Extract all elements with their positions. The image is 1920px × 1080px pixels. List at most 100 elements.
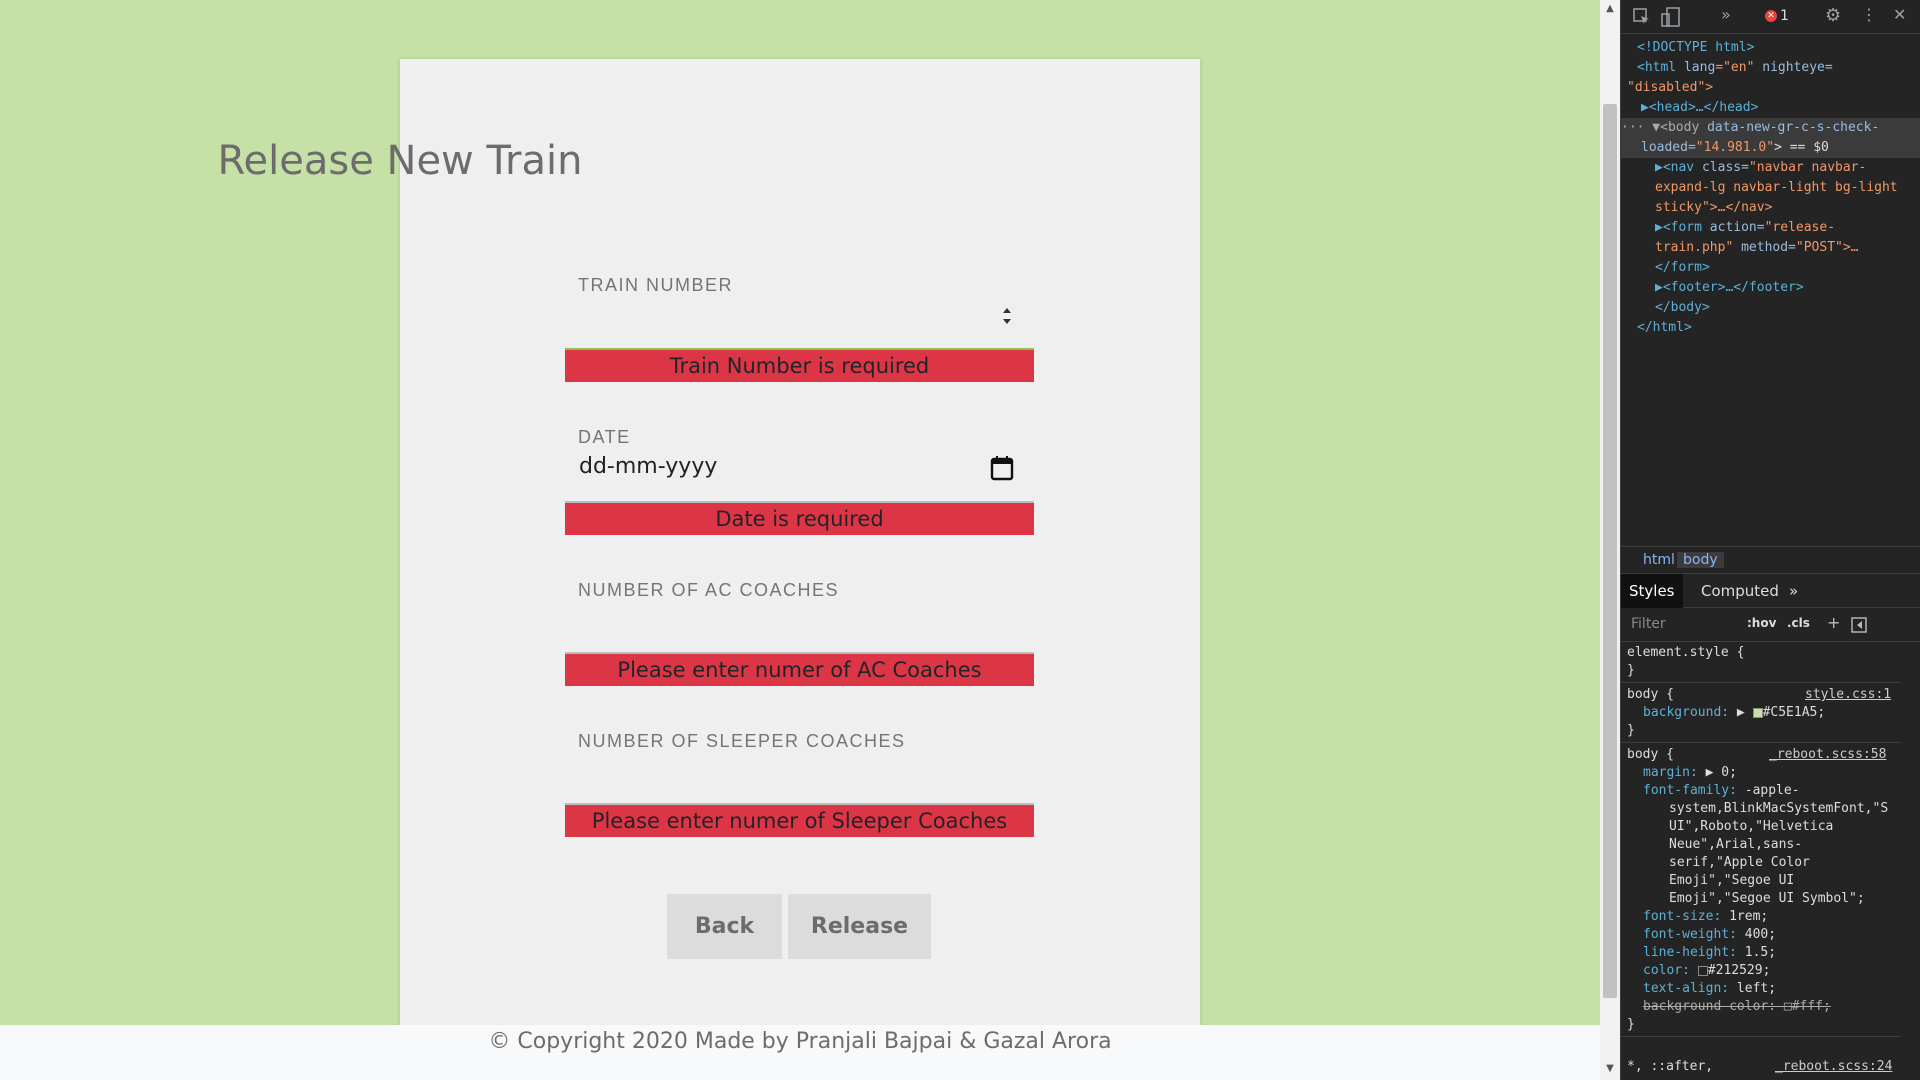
style-source-link[interactable]: _reboot.scss:58 bbox=[1769, 746, 1886, 764]
new-rule-icon[interactable]: + bbox=[1827, 613, 1840, 632]
style-line: *, ::after, bbox=[1627, 1059, 1714, 1074]
dom-text: data-new-gr-c-s-check- bbox=[1707, 120, 1880, 135]
more-tabs-icon[interactable]: » bbox=[1721, 5, 1731, 24]
style-source-link[interactable]: style.css:1 bbox=[1805, 686, 1891, 704]
style-line: system,BlinkMacSystemFont,"S bbox=[1669, 801, 1889, 816]
dom-text: </form> bbox=[1655, 260, 1710, 275]
copyright-text: © Copyright 2020 Made by Pranjali Bajpai… bbox=[488, 1029, 1112, 1054]
dom-text: train.php" bbox=[1655, 240, 1742, 255]
sleeper-coaches-input[interactable] bbox=[565, 751, 1034, 803]
style-line: Emoji","Segoe UI bbox=[1669, 873, 1795, 888]
more-options-icon[interactable]: ⋮ bbox=[1861, 5, 1877, 24]
dom-line[interactable]: "disabled"> bbox=[1627, 78, 1713, 98]
color-swatch[interactable] bbox=[1697, 965, 1708, 976]
date-placeholder: dd-mm-yyyy bbox=[579, 454, 718, 479]
dom-line[interactable]: </body> bbox=[1655, 298, 1710, 318]
dom-line[interactable]: <!DOCTYPE html> bbox=[1637, 38, 1754, 58]
dom-line[interactable]: ▶<footer>…</footer> bbox=[1655, 278, 1804, 298]
dom-text: <html bbox=[1637, 60, 1684, 75]
rule-divider bbox=[1621, 1036, 1901, 1037]
dom-text: sticky">…</nav> bbox=[1655, 200, 1773, 215]
toggle-sidebar-icon[interactable] bbox=[1851, 617, 1867, 633]
train-number-input[interactable] bbox=[565, 296, 1034, 348]
ac-coaches-input[interactable] bbox=[565, 600, 1034, 652]
style-value: #212529; bbox=[1707, 963, 1771, 978]
dom-text: ▶<head>…</head> bbox=[1641, 100, 1759, 115]
style-prop: text-align: bbox=[1643, 981, 1730, 996]
tab-styles[interactable]: Styles bbox=[1621, 574, 1683, 608]
dom-text: "release- bbox=[1764, 220, 1836, 235]
device-toolbar-icon[interactable] bbox=[1661, 7, 1681, 27]
sleeper-coaches-label: NUMBER OF SLEEPER COACHES bbox=[578, 731, 906, 751]
ac-coaches-label: NUMBER OF AC COACHES bbox=[578, 580, 840, 600]
dom-line-selected[interactable]: loaded="14.981.0"> == $0 bbox=[1621, 138, 1920, 158]
style-line: UI",Roboto,"Helvetica bbox=[1669, 819, 1834, 834]
scroll-thumb[interactable] bbox=[1603, 104, 1617, 998]
style-line: line-height: 1.5; bbox=[1643, 944, 1776, 962]
inspect-element-icon[interactable] bbox=[1633, 8, 1651, 26]
filter-input[interactable]: Filter bbox=[1631, 616, 1666, 632]
style-value: 1.5; bbox=[1744, 945, 1777, 960]
release-train-form bbox=[400, 59, 1200, 1026]
rule-divider bbox=[1621, 682, 1901, 683]
page-title: Release New Train bbox=[217, 138, 583, 184]
styles-tabs: Styles Computed » bbox=[1621, 574, 1920, 608]
dom-line[interactable]: sticky">…</nav> bbox=[1655, 198, 1772, 218]
dom-text: </body> bbox=[1655, 300, 1710, 315]
scroll-up-arrow-icon[interactable]: ▲ bbox=[1604, 3, 1616, 15]
style-line-overridden: background-color: □#fff; bbox=[1643, 999, 1831, 1014]
breadcrumb-body[interactable]: body bbox=[1677, 552, 1724, 568]
dom-text: <!DOCTYPE html> bbox=[1637, 40, 1755, 55]
page-scrollbar[interactable]: ▲ ▼ bbox=[1600, 0, 1620, 1080]
dom-text: ··· ▼<body bbox=[1621, 120, 1708, 135]
style-line: margin: ▶ 0; bbox=[1643, 764, 1737, 782]
dom-line[interactable]: expand-lg navbar-light bg-light bbox=[1655, 178, 1898, 198]
style-line: Neue",Arial,sans- bbox=[1669, 837, 1803, 852]
back-button[interactable]: Back bbox=[667, 894, 782, 959]
train-number-label: TRAIN NUMBER bbox=[578, 275, 734, 295]
dom-line-selected[interactable]: ··· ▼<body data-new-gr-c-s-check- bbox=[1621, 118, 1920, 138]
sleeper-coaches-error: Please enter numer of Sleeper Coaches bbox=[565, 805, 1034, 837]
style-line: body { bbox=[1627, 747, 1674, 762]
dom-text: </html> bbox=[1637, 320, 1692, 335]
dom-text: ▶<form bbox=[1655, 220, 1710, 235]
scroll-down-arrow-icon[interactable]: ▼ bbox=[1604, 1063, 1616, 1075]
style-line: font-family: -apple- bbox=[1643, 782, 1800, 800]
style-prop: color: bbox=[1643, 963, 1690, 978]
dom-line[interactable]: </form> bbox=[1655, 258, 1710, 278]
dom-line[interactable]: ▶<nav class="navbar navbar- bbox=[1655, 158, 1866, 178]
error-icon: ✕ bbox=[1765, 10, 1777, 22]
style-prop: font-weight: bbox=[1643, 927, 1737, 942]
dom-line[interactable]: ▶<form action="release- bbox=[1655, 218, 1835, 238]
tab-computed[interactable]: Computed bbox=[1693, 574, 1787, 608]
breadcrumb-html[interactable]: html bbox=[1643, 552, 1675, 568]
style-line: element.style { bbox=[1627, 645, 1745, 660]
dom-breadcrumbs: html body bbox=[1621, 546, 1920, 574]
cls-toggle[interactable]: .cls bbox=[1787, 616, 1810, 630]
dom-text: "navbar navbar- bbox=[1748, 160, 1867, 175]
dom-line[interactable]: </html> bbox=[1637, 318, 1692, 338]
color-swatch[interactable] bbox=[1752, 707, 1763, 718]
dom-text: ▶<footer>…</footer> bbox=[1655, 280, 1804, 295]
dom-text: method= bbox=[1741, 240, 1796, 255]
more-panels-icon[interactable]: » bbox=[1781, 574, 1806, 608]
style-prop: font-family: bbox=[1643, 783, 1737, 798]
style-line: serif,"Apple Color bbox=[1669, 855, 1810, 870]
style-source-link[interactable]: _reboot.scss:24 bbox=[1775, 1058, 1892, 1076]
style-prop: line-height: bbox=[1643, 945, 1737, 960]
error-count-badge[interactable]: ✕ 1 bbox=[1765, 8, 1789, 24]
dom-text: ="en" bbox=[1715, 60, 1763, 75]
dom-line[interactable]: train.php" method="POST">… bbox=[1655, 238, 1859, 258]
hov-toggle[interactable]: :hov bbox=[1747, 616, 1776, 630]
number-spinner-icon[interactable] bbox=[1000, 304, 1014, 328]
date-error: Date is required bbox=[565, 503, 1034, 535]
dom-line[interactable]: <html lang="en" nighteye= bbox=[1637, 58, 1833, 78]
dom-text: expand-lg navbar-light bg-light bbox=[1655, 180, 1898, 195]
dom-text: ▶<nav bbox=[1655, 160, 1702, 175]
settings-gear-icon[interactable]: ⚙ bbox=[1825, 5, 1841, 26]
close-icon[interactable]: ✕ bbox=[1893, 5, 1906, 24]
style-line: Emoji","Segoe UI Symbol"; bbox=[1669, 891, 1865, 906]
calendar-icon[interactable] bbox=[990, 455, 1014, 481]
release-button[interactable]: Release bbox=[788, 894, 931, 959]
dom-line[interactable]: ▶<head>…</head> bbox=[1641, 98, 1758, 118]
